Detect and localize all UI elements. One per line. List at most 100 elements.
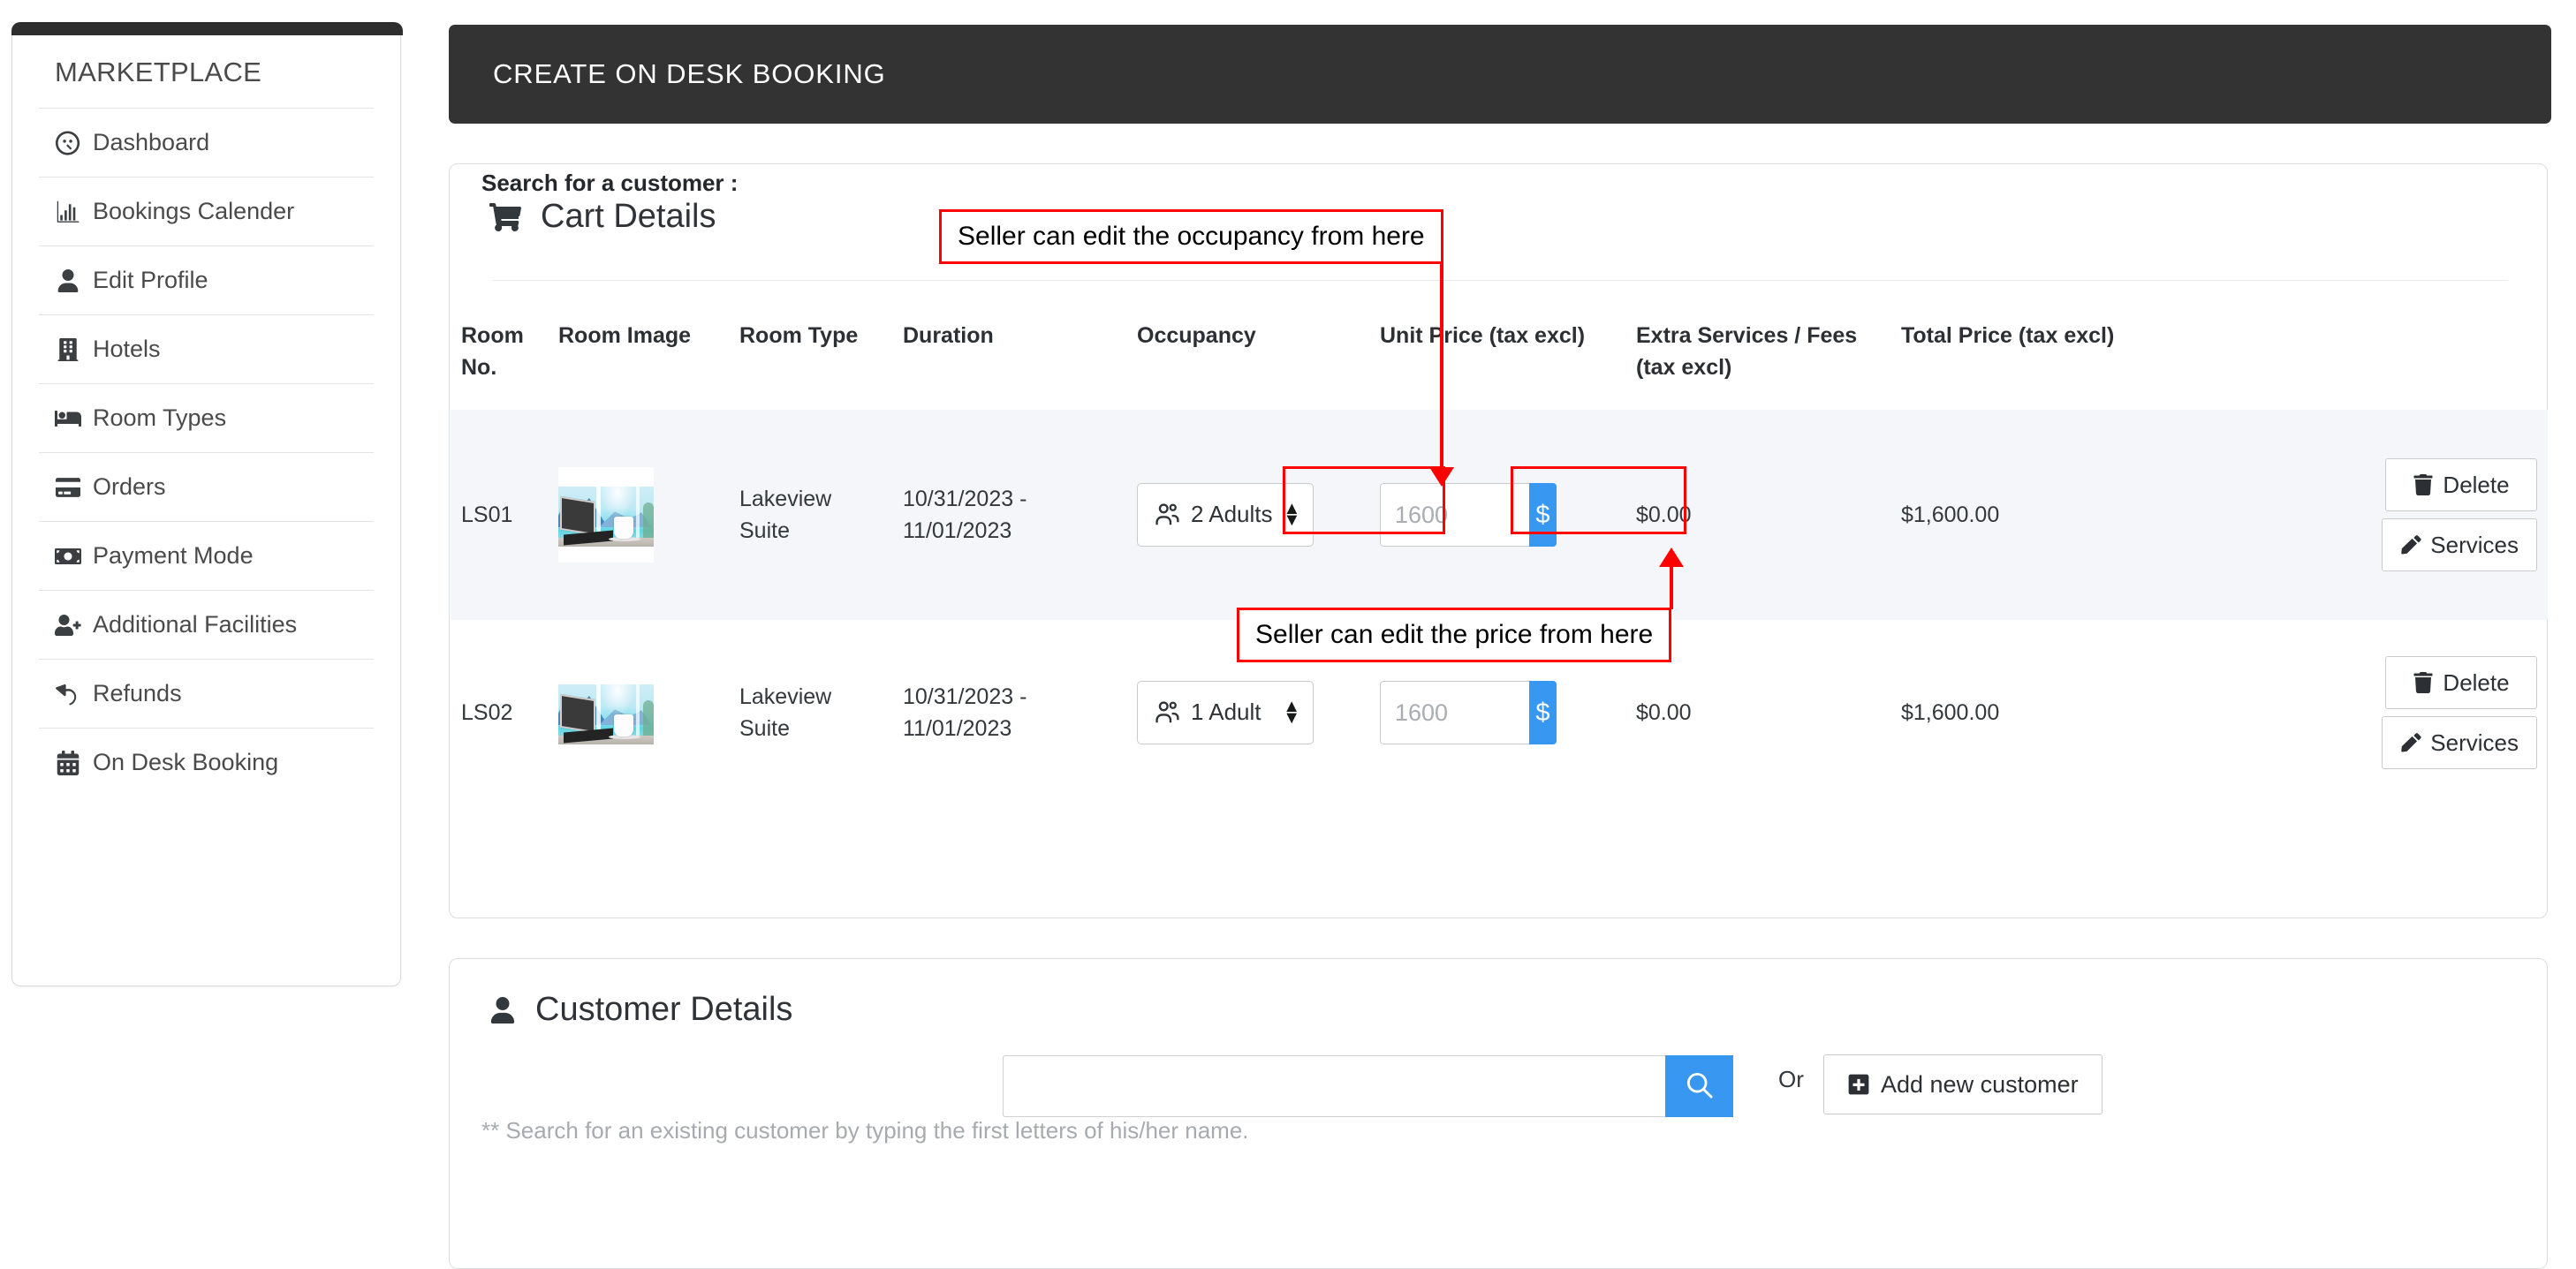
search-button[interactable] <box>1665 1055 1733 1117</box>
bed-icon <box>55 405 81 432</box>
cell-total-price: $1,600.00 <box>1901 699 2000 725</box>
unit-price-input[interactable] <box>1380 681 1529 744</box>
credit-card-icon <box>55 474 81 501</box>
money-bill-icon <box>55 543 81 570</box>
occupancy-select[interactable]: 1 Adult ▲ ▼ <box>1137 681 1314 744</box>
user-icon <box>489 996 516 1024</box>
sidebar-item-label: Bookings Calender <box>93 198 295 224</box>
cell-room-no: LS01 <box>451 410 548 620</box>
table-row: LS01 Lakeview Suite 10/31/2023 - 11/01/2… <box>451 410 2548 620</box>
cart-details-header: Cart Details <box>450 164 2547 236</box>
undo-icon <box>55 681 81 707</box>
col-header-room-image: Room Image <box>558 323 692 348</box>
unit-price-input[interactable] <box>1380 483 1529 547</box>
cell-total-price: $1,600.00 <box>1890 410 2239 620</box>
col-header-actions <box>2239 301 2548 410</box>
search-customer-label: Search for a customer : <box>481 170 739 196</box>
unit-price-input-group: $ <box>1380 483 1557 547</box>
sidebar-item-on-desk-booking[interactable]: On Desk Booking <box>39 728 374 797</box>
pencil-icon <box>2400 534 2421 555</box>
cart-details-title: Cart Details <box>541 198 716 235</box>
delete-label: Delete <box>2443 668 2510 696</box>
cell-unit-price: $ <box>1369 410 1625 620</box>
sidebar: MARKETPLACE Dashboard Bookings Calender … <box>11 22 403 986</box>
people-icon <box>1154 699 1180 726</box>
stepper-arrows-icon[interactable]: ▲ ▼ <box>1283 698 1300 727</box>
or-separator-text: Or <box>1778 1066 1804 1092</box>
cart-header-divider <box>492 280 2508 281</box>
room-thumbnail-image <box>558 467 654 563</box>
sidebar-top-accent-bar <box>11 22 403 35</box>
sidebar-item-label: Edit Profile <box>93 267 208 293</box>
col-header-unit-price: Unit Price (tax excl) <box>1380 323 1586 348</box>
cart-details-card: Cart Details Room No. Room Image Room Ty… <box>449 163 2548 918</box>
cell-room-no: LS02 <box>461 699 513 725</box>
sidebar-item-label: Refunds <box>93 680 182 706</box>
add-new-customer-button[interactable]: Add new customer <box>1823 1054 2102 1114</box>
sidebar-item-label: Room Types <box>93 404 227 431</box>
cell-duration: 10/31/2023 - 11/01/2023 <box>903 684 1027 741</box>
col-header-room-no: Room No. <box>461 323 524 380</box>
page-title: CREATE ON DESK BOOKING <box>493 58 886 89</box>
customer-details-title: Customer Details <box>535 991 793 1028</box>
sidebar-item-additional-facilities[interactable]: Additional Facilities <box>39 590 374 659</box>
sidebar-item-payment-mode[interactable]: Payment Mode <box>39 521 374 590</box>
col-header-occupancy: Occupancy <box>1137 323 1256 348</box>
customer-search-group <box>1003 1055 1733 1117</box>
sidebar-item-label: Additional Facilities <box>93 611 298 638</box>
apply-price-button[interactable]: $ <box>1528 483 1557 547</box>
trash-icon <box>2413 474 2434 495</box>
services-label: Services <box>2430 729 2519 756</box>
shopping-cart-icon <box>489 201 521 233</box>
delete-label: Delete <box>2443 471 2510 498</box>
occupancy-value: 2 Adults <box>1191 501 1273 528</box>
services-button[interactable]: Services <box>2382 518 2537 571</box>
cell-room-type: Lakeview Suite <box>729 410 892 620</box>
user-icon <box>55 268 81 294</box>
annotation-price-leader-line <box>1670 563 1673 609</box>
cell-actions: Delete Services <box>2239 410 2548 620</box>
delete-button[interactable]: Delete <box>2385 656 2537 709</box>
user-plus-icon <box>55 612 81 638</box>
annotation-occupancy-arrowhead <box>1429 467 1454 487</box>
apply-price-button[interactable]: $ <box>1528 681 1557 744</box>
delete-button[interactable]: Delete <box>2385 458 2537 511</box>
sidebar-item-dashboard[interactable]: Dashboard <box>39 108 374 177</box>
cell-room-type: Lakeview Suite <box>739 684 832 741</box>
sidebar-item-refunds[interactable]: Refunds <box>39 659 374 728</box>
services-button[interactable]: Services <box>2382 716 2537 769</box>
sidebar-item-hotels[interactable]: Hotels <box>39 314 374 383</box>
col-header-duration: Duration <box>903 323 994 348</box>
add-new-customer-label: Add new customer <box>1881 1070 2079 1098</box>
sidebar-item-bookings-calender[interactable]: Bookings Calender <box>39 177 374 245</box>
trash-icon <box>2413 672 2434 693</box>
col-header-total-price: Total Price (tax excl) <box>1901 323 2115 348</box>
sidebar-item-room-types[interactable]: Room Types <box>39 383 374 452</box>
plus-square-icon <box>1847 1073 1870 1096</box>
dashboard-icon <box>55 130 81 156</box>
annotation-occupancy-leader-line <box>1440 264 1443 480</box>
search-input[interactable] <box>1003 1055 1665 1117</box>
occupancy-value: 1 Adult <box>1191 699 1261 726</box>
sidebar-item-edit-profile[interactable]: Edit Profile <box>39 245 374 314</box>
cell-extra-services: $0.00 <box>1625 410 1890 620</box>
sidebar-item-label: Orders <box>93 473 166 500</box>
cell-room-image <box>548 410 729 620</box>
table-header-row: Room No. Room Image Room Type Duration O… <box>451 301 2548 410</box>
cart-table-wrapper: Room No. Room Image Room Type Duration O… <box>451 301 2548 805</box>
sidebar-item-orders[interactable]: Orders <box>39 452 374 521</box>
unit-price-input-group: $ <box>1380 681 1557 744</box>
people-icon <box>1154 502 1180 528</box>
cell-occupancy: 2 Adults ▲ ▼ <box>1126 410 1369 620</box>
cart-table: Room No. Room Image Room Type Duration O… <box>451 301 2548 805</box>
calendar-icon <box>55 750 81 776</box>
sidebar-title: MARKETPLACE <box>55 57 262 87</box>
services-label: Services <box>2430 531 2519 558</box>
cell-actions: Delete Services <box>2239 620 2548 805</box>
cell-room-image <box>548 620 729 805</box>
search-icon <box>1686 1072 1713 1101</box>
stepper-arrows-icon[interactable]: ▲ ▼ <box>1284 500 1301 529</box>
sidebar-item-label: Dashboard <box>93 129 210 155</box>
customer-search-hint: ** Search for an existing customer by ty… <box>481 1117 1249 1144</box>
occupancy-select[interactable]: 2 Adults ▲ ▼ <box>1137 483 1314 547</box>
